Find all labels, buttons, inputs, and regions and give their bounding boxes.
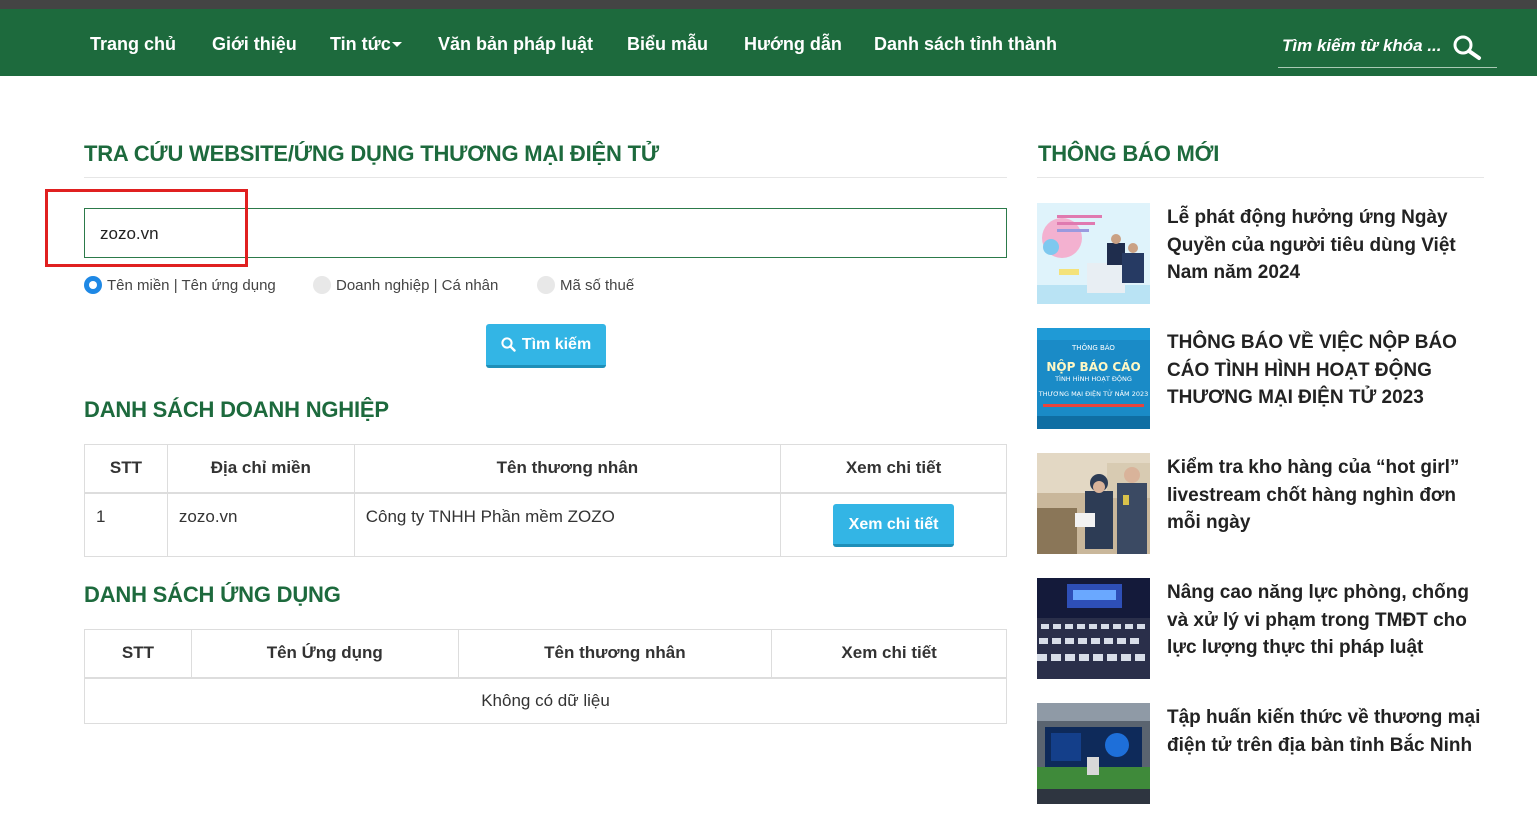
- notice-item[interactable]: Kiểm tra kho hàng của “hot girl” livestr…: [1037, 453, 1487, 554]
- notice-title[interactable]: Kiểm tra kho hàng của “hot girl” livestr…: [1167, 454, 1487, 537]
- table-row-empty: Không có dữ liệu: [84, 677, 1007, 724]
- search-button[interactable]: Tìm kiếm: [486, 324, 606, 368]
- notice-thumbnail[interactable]: [1037, 578, 1150, 679]
- nav-search-input[interactable]: Tìm kiếm từ khóa ...: [1282, 36, 1442, 56]
- search-icon[interactable]: [1452, 35, 1482, 61]
- radio-indicator: [313, 276, 331, 294]
- lookup-title: TRA CỨU WEBSITE/ỨNG DỤNG THƯƠNG MẠI ĐIỆN…: [84, 141, 659, 166]
- view-detail-button[interactable]: Xem chi tiết: [833, 503, 955, 547]
- radio-tax-code[interactable]: Mã số thuế: [537, 275, 634, 295]
- notice-title[interactable]: Nâng cao năng lực phòng, chống và xử lý …: [1167, 579, 1487, 662]
- notice-title[interactable]: Tập huấn kiến thức về thương mại điện tử…: [1167, 704, 1487, 759]
- column-header-detail: Xem chi tiết: [780, 444, 1007, 494]
- notice-title[interactable]: Lễ phát động hưởng ứng Ngày Quyền của ng…: [1167, 204, 1487, 287]
- highlight-frame: [45, 189, 248, 267]
- nav-search-box[interactable]: Tìm kiếm từ khóa ...: [1278, 26, 1497, 68]
- nav-item-legal-docs[interactable]: Văn bản pháp luật: [438, 34, 593, 55]
- nav-item-news[interactable]: Tin tức: [330, 34, 402, 55]
- thumb-label-main: NỘP BÁO CÁO: [1046, 359, 1140, 374]
- radio-indicator: [537, 276, 555, 294]
- notice-thumbnail[interactable]: [1037, 703, 1150, 804]
- radio-business-individual-label: Doanh nghiệp | Cá nhân: [336, 276, 499, 294]
- business-table: STT Địa chỉ miền Tên thương nhân Xem chi…: [84, 444, 1007, 557]
- column-header-merchant: Tên thương nhân: [457, 629, 773, 679]
- nav-item-forms[interactable]: Biểu mẫu: [627, 34, 708, 55]
- no-data-message: Không có dữ liệu: [84, 677, 1007, 724]
- nav-item-guides[interactable]: Hướng dẫn: [744, 34, 842, 55]
- cell-merchant: Công ty TNHH Phần mềm ZOZO: [353, 492, 782, 557]
- thumb-label-sub: TÌNH HÌNH HOẠT ĐỘNG: [1054, 374, 1132, 383]
- column-header-stt: STT: [84, 444, 168, 494]
- table-header-row: STT Tên Ứng dụng Tên thương nhân Xem chi…: [84, 629, 1007, 679]
- notice-thumbnail[interactable]: THÔNG BÁO NỘP BÁO CÁO TÌNH HÌNH HOẠT ĐỘN…: [1037, 328, 1150, 429]
- notice-thumbnail[interactable]: [1037, 453, 1150, 554]
- notices-title: THÔNG BÁO MỚI: [1038, 141, 1220, 166]
- notice-item[interactable]: Nâng cao năng lực phòng, chống và xử lý …: [1037, 578, 1487, 679]
- radio-selected-indicator: [84, 276, 102, 294]
- cell-domain: zozo.vn: [166, 492, 355, 557]
- column-header-merchant: Tên thương nhân: [353, 444, 782, 494]
- business-list-title: DANH SÁCH DOANH NGHIỆP: [84, 397, 389, 422]
- column-header-detail: Xem chi tiết: [771, 629, 1007, 679]
- divider: [1037, 177, 1484, 178]
- cell-action: Xem chi tiết: [780, 492, 1007, 557]
- notice-item[interactable]: Lễ phát động hưởng ứng Ngày Quyền của ng…: [1037, 203, 1487, 304]
- column-header-app-name: Tên Ứng dụng: [190, 629, 459, 679]
- nav-item-home[interactable]: Trang chủ: [90, 34, 176, 55]
- nav-item-news-label: Tin tức: [330, 34, 391, 54]
- cell-stt: 1: [84, 492, 168, 557]
- radio-domain-app[interactable]: Tên miền | Tên ứng dụng: [84, 275, 276, 295]
- table-header-row: STT Địa chỉ miền Tên thương nhân Xem chi…: [84, 444, 1007, 494]
- thumb-label-line: THƯƠNG MẠI ĐIỆN TỬ NĂM 2023: [1038, 389, 1149, 398]
- notice-item[interactable]: THÔNG BÁO NỘP BÁO CÁO TÌNH HÌNH HOẠT ĐỘN…: [1037, 328, 1487, 429]
- notice-title[interactable]: THÔNG BÁO VỀ VIỆC NỘP BÁO CÁO TÌNH HÌNH …: [1167, 329, 1487, 412]
- chevron-down-icon: [391, 41, 402, 47]
- divider: [84, 177, 1007, 178]
- top-strip: [0, 0, 1537, 9]
- search-icon: [501, 337, 516, 352]
- search-button-label: Tìm kiếm: [521, 335, 592, 353]
- column-header-domain: Địa chỉ miền: [166, 444, 355, 494]
- notice-item[interactable]: Tập huấn kiến thức về thương mại điện tử…: [1037, 703, 1487, 804]
- radio-domain-app-label: Tên miền | Tên ứng dụng: [107, 276, 276, 294]
- app-list-title: DANH SÁCH ỨNG DỤNG: [84, 582, 341, 607]
- app-table: STT Tên Ứng dụng Tên thương nhân Xem chi…: [84, 629, 1007, 724]
- column-header-stt: STT: [84, 629, 192, 679]
- table-row: 1 zozo.vn Công ty TNHH Phần mềm ZOZO Xem…: [84, 492, 1007, 557]
- radio-tax-code-label: Mã số thuế: [560, 276, 635, 294]
- main-navbar: Trang chủ Giới thiệu Tin tức Văn bản phá…: [0, 9, 1537, 76]
- nav-item-provinces[interactable]: Danh sách tỉnh thành: [874, 34, 1057, 55]
- radio-business-individual[interactable]: Doanh nghiệp | Cá nhân: [313, 275, 498, 295]
- nav-item-about[interactable]: Giới thiệu: [212, 34, 297, 55]
- thumb-label-top: THÔNG BÁO: [1071, 343, 1115, 352]
- notice-thumbnail[interactable]: [1037, 203, 1150, 304]
